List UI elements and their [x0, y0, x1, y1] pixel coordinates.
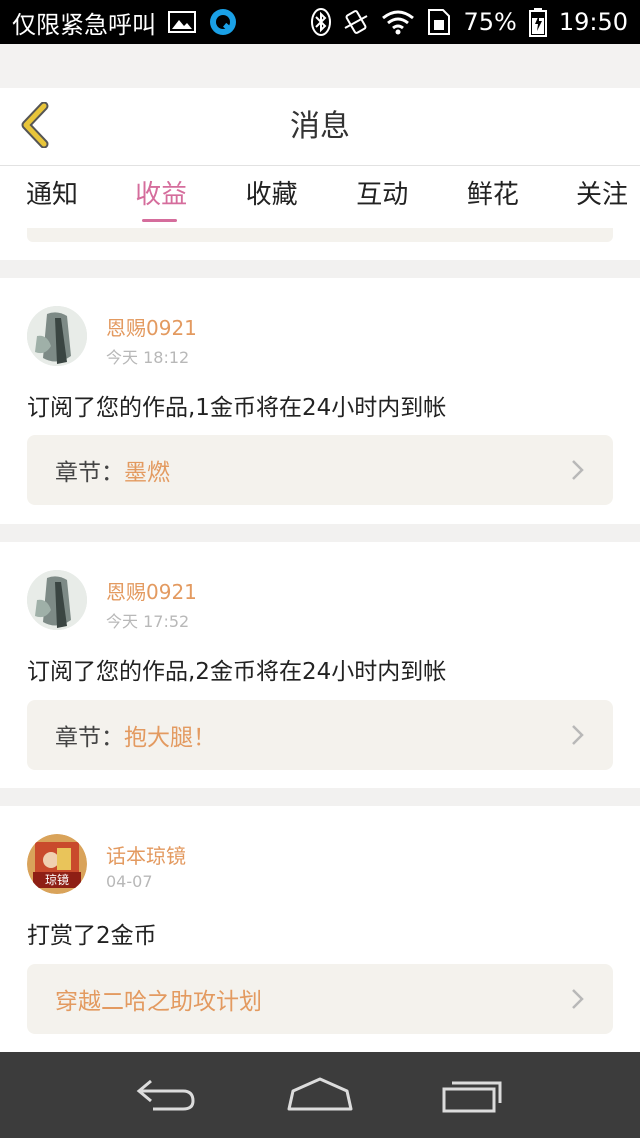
ref-label: 章节：: [55, 725, 124, 751]
system-nav-bar: [0, 1052, 640, 1138]
chevron-right-icon: [571, 459, 585, 487]
message-text: 订阅了您的作品,1金币将在24小时内到帐: [27, 395, 447, 421]
carrier-text: 仅限紧急呼叫: [12, 10, 156, 39]
bluetooth-icon: [311, 8, 332, 36]
ref-title: 墨燃: [124, 460, 170, 486]
qq-icon: [208, 7, 238, 37]
status-bar: 仅限紧急呼叫 75% 19:50: [0, 0, 640, 44]
vibrate-icon: [343, 8, 369, 36]
tab-notifications[interactable]: 通知: [14, 166, 104, 228]
wifi-icon: [381, 9, 415, 35]
clock: 19:50: [558, 8, 628, 36]
header-bar: 消息: [0, 88, 640, 166]
ref-title: 抱大腿！: [124, 725, 216, 751]
username[interactable]: 恩赐0921: [106, 312, 197, 341]
avatar[interactable]: [27, 570, 87, 630]
battery-icon: [528, 7, 547, 37]
back-nav-icon[interactable]: [127, 1065, 207, 1125]
message-text: 订阅了您的作品,2金币将在24小时内到帐: [27, 659, 447, 685]
ref-box-partial[interactable]: [27, 228, 613, 242]
tab-flowers[interactable]: 鲜花: [439, 166, 546, 228]
tab-bar: 通知 收益 收藏 互动 鲜花 关注: [0, 166, 640, 228]
list-item: 琼镜 话本琼镜 04-07 打赏了2金币 穿越二哈之助攻计划: [0, 806, 640, 1052]
timestamp: 今天 18:12: [106, 348, 190, 367]
chapter-link[interactable]: 章节： 墨燃: [27, 435, 613, 505]
sim-icon: [427, 8, 451, 36]
chevron-right-icon: [571, 724, 585, 752]
tab-interactions[interactable]: 互动: [329, 166, 436, 228]
top-spacer: [0, 44, 640, 88]
chapter-link[interactable]: 章节： 抱大腿！: [27, 700, 613, 770]
tab-earnings[interactable]: 收益: [108, 166, 215, 228]
avatar[interactable]: 琼镜: [27, 834, 87, 894]
avatar-badge: 琼镜: [44, 873, 69, 887]
list-item: 恩赐0921 今天 18:12 订阅了您的作品,1金币将在24小时内到帐 章节：…: [0, 278, 640, 524]
username[interactable]: 恩赐0921: [106, 576, 197, 605]
page-title: 消息: [290, 109, 350, 144]
avatar[interactable]: [27, 306, 87, 366]
battery-percent: 75%: [463, 8, 517, 36]
ref-label: 章节：: [55, 460, 124, 486]
work-link[interactable]: 穿越二哈之助攻计划: [27, 964, 613, 1034]
message-list[interactable]: 恩赐0921 今天 18:12 订阅了您的作品,1金币将在24小时内到帐 章节：…: [0, 228, 640, 1052]
ref-title: 穿越二哈之助攻计划: [55, 989, 262, 1015]
list-item: 恩赐0921 今天 17:52 订阅了您的作品,2金币将在24小时内到帐 章节：…: [0, 542, 640, 788]
username[interactable]: 话本琼镜: [106, 840, 186, 869]
tab-favorites[interactable]: 收藏: [218, 166, 325, 228]
tab-following[interactable]: 关注: [550, 166, 640, 228]
message-text: 打赏了2金币: [27, 923, 157, 949]
timestamp: 今天 17:52: [106, 612, 190, 631]
list-item-partial: [0, 228, 640, 260]
image-icon: [168, 10, 196, 34]
recents-nav-icon[interactable]: [433, 1065, 513, 1125]
timestamp: 04-07: [106, 872, 153, 891]
home-nav-icon[interactable]: [280, 1065, 360, 1125]
chevron-right-icon: [571, 988, 585, 1016]
